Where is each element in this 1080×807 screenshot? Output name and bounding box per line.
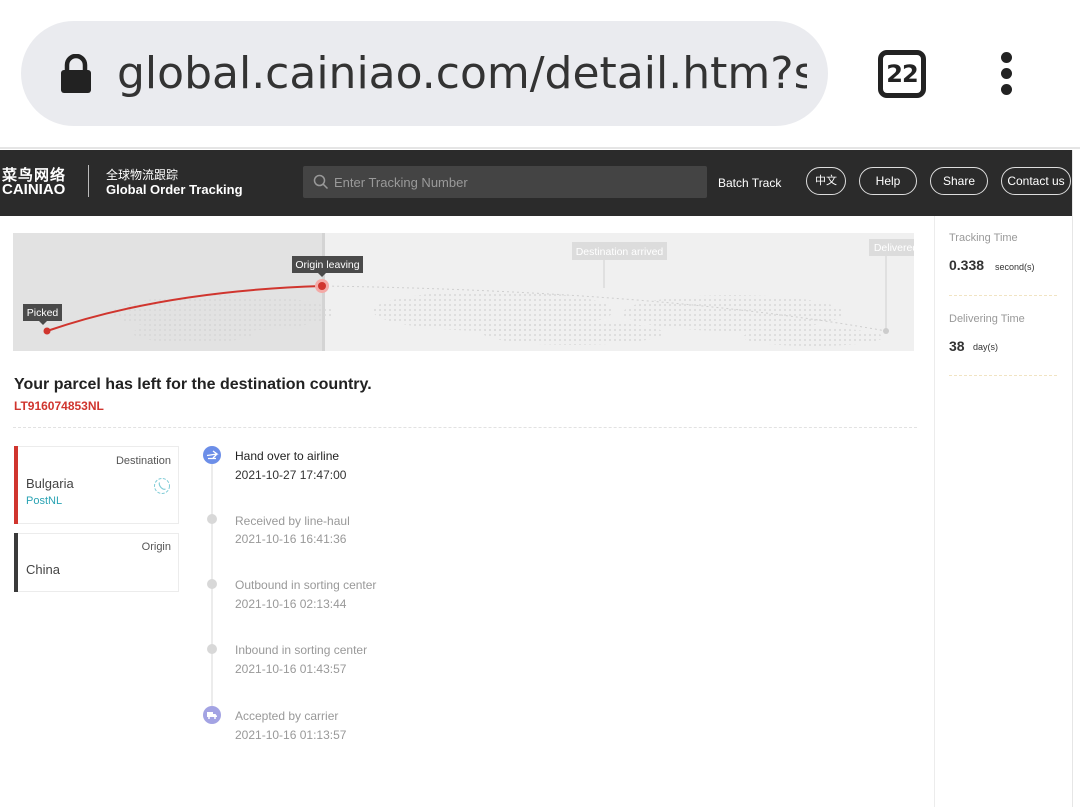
progress-map: Picked Origin leaving Destination arrive… — [13, 233, 914, 351]
event-description: Accepted by carrier — [235, 709, 339, 723]
search-icon[interactable] — [313, 174, 329, 190]
truck-icon — [203, 706, 221, 724]
subtitle-english: Global Order Tracking — [106, 182, 243, 197]
event-time: 2021-10-16 02:13:44 — [235, 597, 347, 611]
help-button[interactable]: Help — [859, 167, 917, 195]
event-time: 2021-10-27 17:47:00 — [235, 468, 347, 482]
event-description: Received by line-haul — [235, 514, 350, 528]
tracking-number[interactable]: LT916074853NL — [14, 399, 104, 413]
timeline-item: Accepted by carrier 2021-10-16 01:13:57 — [0, 706, 700, 746]
tracking-time-label: Tracking Time — [949, 232, 1018, 244]
timeline-item: Received by line-haul 2021-10-16 16:41:3… — [0, 512, 700, 552]
airplane-icon — [203, 446, 221, 464]
progress-map-graphic: Picked Origin leaving Destination arrive… — [13, 233, 914, 351]
stage-label-picked: Picked — [27, 307, 59, 319]
page-right-edge — [1072, 150, 1080, 807]
section-divider — [13, 427, 917, 428]
tracking-time-unit: second(s) — [995, 262, 1035, 272]
tracking-number-input[interactable] — [334, 166, 694, 198]
delivering-time-unit: day(s) — [973, 342, 999, 352]
delivered-marker — [883, 328, 889, 334]
share-button[interactable]: Share — [930, 167, 988, 195]
logo-english[interactable]: CAINIAO — [2, 181, 65, 198]
delivering-time-value: 38 — [949, 338, 965, 354]
chrome-divider — [0, 147, 1080, 149]
overflow-menu-icon[interactable] — [996, 52, 1018, 96]
timeline-dot — [207, 514, 217, 524]
stage-label-destination-arrived: Destination arrived — [576, 246, 664, 258]
stat-separator — [949, 375, 1057, 376]
origin-country: China — [26, 562, 60, 577]
timeline-item: Inbound in sorting center 2021-10-16 01:… — [0, 641, 700, 681]
picked-marker — [43, 327, 51, 335]
address-bar[interactable]: global.cainiao.com/detail.htm?spr — [21, 21, 828, 126]
batch-track-link[interactable]: Batch Track — [718, 176, 781, 190]
browser-chrome: global.cainiao.com/detail.htm?spr 22 — [0, 0, 1080, 149]
url-text[interactable]: global.cainiao.com/detail.htm?spr — [117, 45, 807, 103]
parcel-status-title: Your parcel has left for the destination… — [14, 376, 372, 393]
stage-label-delivered: Delivered — [874, 242, 914, 254]
delivering-time-label: Delivering Time — [949, 313, 1025, 325]
event-time: 2021-10-16 16:41:36 — [235, 532, 347, 546]
sidebar-divider — [934, 216, 935, 807]
timeline-dot — [207, 579, 217, 589]
origin-leaving-marker — [318, 282, 326, 290]
tracking-time-value: 0.338 — [949, 257, 985, 273]
event-time: 2021-10-16 01:43:57 — [235, 662, 347, 676]
language-chinese-button[interactable]: 中文 — [806, 167, 846, 195]
event-description: Outbound in sorting center — [235, 578, 377, 592]
timeline-item: Outbound in sorting center 2021-10-16 02… — [0, 576, 700, 616]
contact-us-button[interactable]: Contact us — [1001, 167, 1071, 195]
event-description: Inbound in sorting center — [235, 643, 368, 657]
world-map-dots — [113, 291, 883, 346]
destination-carrier[interactable]: PostNL — [26, 495, 62, 507]
event-time: 2021-10-16 01:13:57 — [235, 728, 347, 742]
stat-separator — [949, 295, 1057, 296]
timeline-dot — [207, 644, 217, 654]
subtitle-chinese: 全球物流跟踪 — [106, 168, 179, 182]
site-header: 菜鸟网络 CAINIAO 全球物流跟踪 Global Order Trackin… — [0, 150, 1072, 216]
search-box — [303, 166, 707, 198]
tab-switcher-button[interactable]: 22 — [878, 50, 926, 98]
event-description: Hand over to airline — [235, 449, 340, 463]
stage-label-origin-leaving: Origin leaving — [295, 259, 359, 271]
logo-separator — [88, 165, 89, 197]
timeline-item: Hand over to airline 2021-10-27 17:47:00 — [0, 446, 700, 486]
lock-icon — [61, 54, 91, 93]
